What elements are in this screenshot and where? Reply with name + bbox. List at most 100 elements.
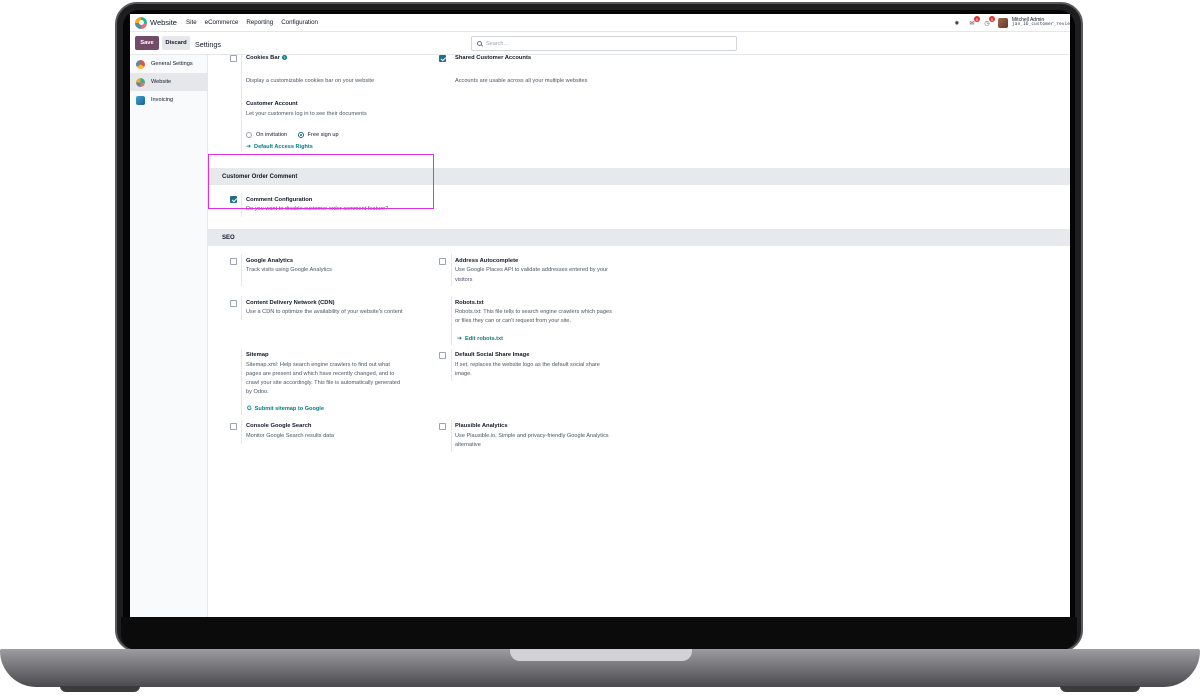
systray: ✹ ✉ 9 ◷ 5 Mitchell Admin jan_16_customer_r…: [953, 14, 1070, 32]
activities-badge: 5: [988, 16, 995, 22]
robots-title: Robots.txt: [455, 300, 484, 306]
save-button[interactable]: Save: [135, 36, 159, 50]
divider: [451, 349, 452, 381]
seo-header: SEO: [208, 229, 1070, 246]
plausible-description-2: alternative: [455, 442, 481, 448]
robots-description-2: or files they can or can't request from …: [455, 318, 572, 324]
social-share-title: Default Social Share Image: [455, 352, 530, 358]
plausible-description-1: Use Plausible.io, Simple and privacy-fri…: [455, 433, 609, 439]
top-navbar: Website Site eCommerce Reporting Configu…: [130, 14, 1070, 32]
app-name[interactable]: Website: [150, 18, 177, 27]
laptop-bezel-bottom: [121, 617, 1077, 650]
laptop-notch: [510, 649, 692, 661]
sitemap-description-4: by Odoo.: [246, 389, 269, 395]
shared-accounts-description: Accounts are usable across all your mult…: [455, 78, 588, 84]
website-app-icon[interactable]: [135, 16, 147, 29]
bug-icon[interactable]: ✹: [953, 19, 961, 27]
social-share-checkbox[interactable]: [439, 352, 446, 359]
submit-sitemap-label: Submit sitemap to Google: [254, 406, 324, 412]
laptop-foot-right: [1060, 686, 1140, 692]
sidebar-item-label: Invoicing: [151, 97, 174, 103]
sidebar-item-label: Website: [151, 79, 172, 85]
sitemap-description-3: crawl your site accordingly. This file i…: [246, 380, 400, 386]
arrow-right-icon: ➜: [246, 144, 252, 150]
info-icon[interactable]: ?: [281, 55, 287, 60]
divider: [451, 420, 452, 452]
default-access-rights-link[interactable]: ➜ Default Access Rights: [246, 143, 313, 151]
cookies-bar-title: Cookies Bar?: [246, 55, 287, 61]
menu-site[interactable]: Site: [186, 19, 197, 26]
sitemap-title: Sitemap: [246, 352, 269, 358]
on-invitation-radio[interactable]: [246, 131, 252, 138]
console-search-description: Monitor Google Search results data: [246, 433, 334, 439]
messages-badge: 9: [973, 16, 980, 22]
free-signup-label[interactable]: Free sign up: [308, 132, 339, 138]
settings-sidebar: General Settings Website Invoicing: [130, 55, 208, 617]
default-access-rights-label: Default Access Rights: [254, 143, 313, 150]
divider: [241, 296, 242, 320]
page-title: Settings: [195, 40, 221, 49]
clock-icon[interactable]: ◷ 5: [983, 16, 995, 27]
laptop-foot-left: [60, 686, 140, 692]
settings-content: Cookies Bar? Display a customizable cook…: [208, 55, 1070, 617]
sidebar-item-website[interactable]: Website: [130, 73, 207, 91]
sidebar-item-invoicing[interactable]: Invoicing: [130, 91, 207, 109]
highlight-box: [208, 154, 434, 209]
messages-icon[interactable]: ✉ 9: [968, 16, 980, 27]
avatar[interactable]: [997, 18, 1008, 28]
customer-account-description: Let your customers log in to see their d…: [246, 111, 367, 117]
free-signup-radio[interactable]: [297, 131, 304, 138]
address-autocomplete-description-1: Use Google Places API to validate addres…: [455, 267, 608, 273]
social-share-description-1: If set, replaces the website logo as the…: [455, 362, 600, 368]
submit-sitemap-link[interactable]: G Submit sitemap to Google: [247, 406, 324, 412]
sidebar-item-general-settings[interactable]: General Settings: [130, 55, 207, 73]
console-search-checkbox[interactable]: [230, 423, 237, 430]
address-autocomplete-title: Address Autocomplete: [455, 258, 519, 264]
social-share-description-2: image.: [455, 371, 472, 377]
address-autocomplete-description-2: visitors: [455, 277, 473, 283]
cookies-bar-title-text: Cookies Bar: [246, 55, 280, 62]
search-placeholder: Search...: [486, 40, 509, 47]
divider: [241, 254, 242, 286]
customer-account-options: On invitation Free sign up: [246, 126, 345, 144]
user-menu[interactable]: Mitchell Admin jan_16_customer_revie: [1011, 17, 1070, 28]
console-search-title: Console Google Search: [246, 423, 312, 429]
search-input[interactable]: Search...: [471, 36, 737, 51]
sitemap-description-2: pages are present and which have recentl…: [246, 371, 395, 377]
edit-robots-label: Edit robots.txt: [465, 335, 503, 342]
cookies-bar-description: Display a customizable cookies bar on yo…: [246, 78, 375, 84]
shared-accounts-title: Shared Customer Accounts: [455, 55, 532, 61]
menu-configuration[interactable]: Configuration: [281, 19, 318, 26]
google-icon: G: [247, 406, 252, 412]
discard-button[interactable]: Discard: [162, 36, 190, 50]
screen: Website Site eCommerce Reporting Configu…: [130, 14, 1070, 617]
divider: [451, 254, 452, 286]
cookies-bar-checkbox[interactable]: [230, 55, 237, 62]
divider: [241, 420, 242, 444]
cdn-checkbox[interactable]: [230, 300, 237, 307]
google-analytics-checkbox[interactable]: [230, 258, 237, 265]
divider: [241, 55, 242, 152]
search-icon: [477, 41, 482, 46]
sitemap-description-1: Sitemap.xml: Help search engine crawlers…: [246, 362, 390, 368]
address-autocomplete-checkbox[interactable]: [439, 258, 446, 265]
shared-accounts-checkbox[interactable]: [439, 55, 446, 62]
robots-description-1: Robots.txt: This file tells to search en…: [455, 309, 612, 315]
on-invitation-label[interactable]: On invitation: [256, 132, 287, 138]
website-app-icon: [136, 77, 145, 87]
edit-robots-link[interactable]: ➜ Edit robots.txt: [457, 335, 503, 343]
plausible-checkbox[interactable]: [439, 423, 446, 430]
control-panel: Save Discard Settings Search...: [130, 32, 1070, 55]
cdn-description: Use a CDN to optimize the availability o…: [246, 309, 403, 315]
cdn-title: Content Delivery Network (CDN): [246, 300, 335, 306]
menu-reporting[interactable]: Reporting: [246, 19, 273, 26]
sidebar-item-label: General Settings: [151, 61, 193, 67]
menu-ecommerce[interactable]: eCommerce: [205, 19, 239, 26]
database-name: jan_16_customer_revie: [1011, 22, 1070, 28]
google-analytics-description: Track visits using Google Analytics: [246, 267, 332, 273]
arrow-right-icon: ➜: [457, 336, 463, 342]
divider: [451, 296, 452, 345]
customer-account-title: Customer Account: [246, 101, 298, 107]
invoicing-app-icon: [136, 95, 145, 105]
google-analytics-title: Google Analytics: [246, 258, 294, 264]
